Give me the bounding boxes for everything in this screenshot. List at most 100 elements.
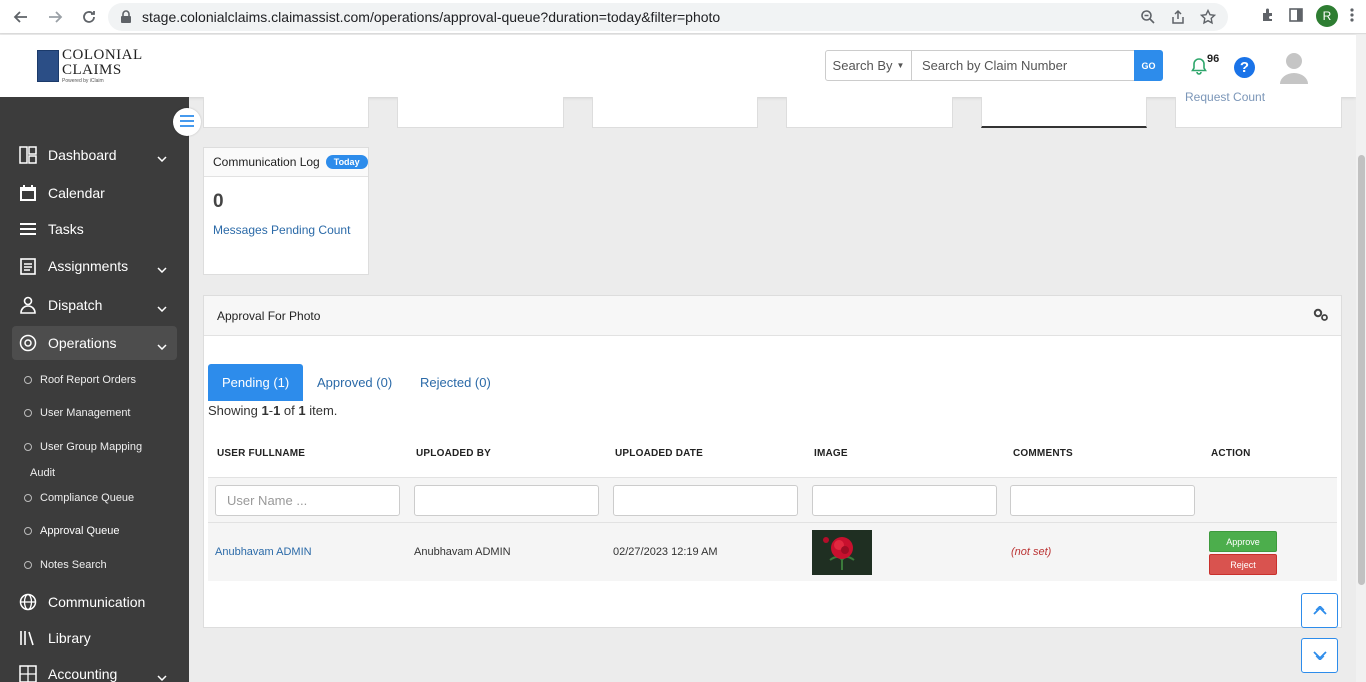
- sidebar-label: Assignments: [48, 258, 129, 274]
- bullet-icon: [24, 494, 32, 502]
- stat-card-active[interactable]: [981, 97, 1147, 128]
- address-bar[interactable]: stage.colonialclaims.claimassist.com/ope…: [108, 3, 1228, 31]
- column-header[interactable]: USER FULLNAME: [217, 448, 305, 459]
- dashboard-icon: [18, 145, 38, 165]
- sidebar-toggle-button[interactable]: [173, 108, 201, 136]
- photo-thumbnail[interactable]: [812, 530, 872, 575]
- image-filter[interactable]: [812, 485, 997, 516]
- subitem-label: User Management: [40, 407, 131, 419]
- sidebar-item-dashboard[interactable]: Dashboard: [12, 138, 177, 172]
- sidebar-subitem-approval-queue[interactable]: Approval Queue: [24, 525, 120, 537]
- hamburger-icon: [179, 114, 195, 130]
- sidebar-item-assignments[interactable]: Assignments: [12, 249, 177, 283]
- sidebar-subitem-roof-report-orders[interactable]: Roof Report Orders: [24, 374, 136, 386]
- user-name-filter[interactable]: [215, 485, 400, 516]
- stat-card[interactable]: Request Count: [1175, 90, 1342, 128]
- stat-card[interactable]: [203, 97, 369, 128]
- comments-filter[interactable]: [1010, 485, 1195, 516]
- communication-log-card[interactable]: Communication Log Today 0 Messages Pendi…: [203, 147, 369, 275]
- scroll-up-button[interactable]: [1301, 593, 1338, 628]
- column-header[interactable]: UPLOADED DATE: [615, 448, 703, 459]
- settings-icon[interactable]: [1313, 308, 1329, 325]
- sidebar-label: Accounting: [48, 666, 118, 682]
- extensions-icon[interactable]: [1260, 7, 1276, 26]
- reject-button[interactable]: Reject: [1209, 554, 1277, 575]
- scrollbar-thumb[interactable]: [1358, 155, 1365, 585]
- logo-line2: CLAIMS: [62, 62, 122, 78]
- browser-toolbar: stage.colonialclaims.claimassist.com/ope…: [0, 0, 1366, 34]
- sidebar-subitem-user-management[interactable]: User Management: [24, 407, 131, 419]
- bullet-icon: [24, 561, 32, 569]
- sidebar-item-library[interactable]: Library: [12, 621, 177, 655]
- stat-card[interactable]: [786, 97, 953, 128]
- request-count-label: Request Count: [1185, 90, 1266, 104]
- sidebar-item-tasks[interactable]: Tasks: [12, 212, 177, 246]
- stat-card[interactable]: [397, 97, 564, 128]
- reload-icon[interactable]: [78, 6, 100, 28]
- menu-kebab-icon[interactable]: [1350, 7, 1354, 26]
- back-icon[interactable]: [10, 6, 32, 28]
- page-scrollbar[interactable]: [1356, 35, 1366, 682]
- approval-panel: Approval For Photo Pending (1) Approved …: [203, 295, 1342, 628]
- results-summary: Showing 1-1 of 1 item.: [208, 403, 337, 418]
- chevron-down-icon: [157, 337, 167, 353]
- logo-line1: COLONIAL: [62, 47, 143, 63]
- logo[interactable]: COLONIAL CLAIMS Powered by iClaim: [0, 35, 189, 97]
- sidebar-label: Library: [48, 630, 91, 646]
- sidebar-item-operations[interactable]: Operations: [12, 326, 177, 360]
- sidebar-label: Tasks: [48, 221, 84, 237]
- forward-icon[interactable]: [44, 6, 66, 28]
- sidebar-subitem-compliance-queue[interactable]: Compliance Queue: [24, 492, 134, 504]
- subitem-label: Approval Queue: [40, 525, 120, 537]
- search-by-label: Search By: [832, 58, 893, 73]
- bell-icon[interactable]: [1191, 57, 1207, 78]
- claim-search-input[interactable]: [911, 50, 1135, 81]
- sidebar-subitem-notes-search[interactable]: Notes Search: [24, 559, 107, 571]
- subitem-label: User Group Mapping: [40, 441, 143, 453]
- sidebar-subitem-audit[interactable]: Audit: [30, 467, 55, 479]
- sidebar: Dashboard Calendar Tasks Assignments Dis…: [0, 97, 189, 682]
- caret-down-icon: ▼: [896, 61, 905, 70]
- sidebar-item-calendar[interactable]: Calendar: [12, 176, 177, 210]
- comments-cell: (not set): [1011, 546, 1052, 558]
- chevron-down-icon: [157, 299, 167, 315]
- go-button[interactable]: GO: [1134, 50, 1163, 81]
- tab-rejected[interactable]: Rejected (0): [406, 364, 505, 401]
- chevron-down-icon: [157, 149, 167, 165]
- user-fullname-link[interactable]: Anubhavam ADMIN: [215, 546, 312, 558]
- stat-card[interactable]: [592, 97, 758, 128]
- sidebar-item-dispatch[interactable]: Dispatch: [12, 288, 177, 322]
- tab-pending[interactable]: Pending (1): [208, 364, 304, 401]
- messages-pending-link[interactable]: Messages Pending Count: [213, 223, 350, 237]
- chevron-down-icon: [157, 260, 167, 276]
- search-by-dropdown[interactable]: Search By ▼: [825, 50, 912, 81]
- lock-icon: [120, 10, 132, 24]
- logo-sub: Powered by iClaim: [62, 78, 104, 84]
- tab-approved[interactable]: Approved (0): [303, 364, 406, 401]
- scroll-down-button[interactable]: [1301, 638, 1338, 673]
- uploaded-date-filter[interactable]: [613, 485, 798, 516]
- uploaded-by-filter[interactable]: [414, 485, 599, 516]
- column-header[interactable]: UPLOADED BY: [416, 448, 491, 459]
- help-icon[interactable]: ?: [1234, 57, 1255, 78]
- sidebar-subitem-user-group-mapping[interactable]: User Group Mapping: [24, 441, 142, 453]
- dispatch-icon: [18, 295, 38, 315]
- profile-avatar[interactable]: R: [1316, 5, 1338, 27]
- user-avatar-icon[interactable]: [1280, 52, 1308, 87]
- summary-range-start: 1: [261, 403, 269, 418]
- summary-prefix: Showing: [208, 403, 262, 418]
- bullet-icon: [24, 443, 32, 451]
- sidebar-item-communication[interactable]: Communication: [12, 585, 177, 619]
- star-icon[interactable]: [1199, 8, 1217, 28]
- subitem-label: Roof Report Orders: [40, 374, 136, 386]
- chevron-down-icon: [157, 668, 167, 682]
- table-row: Anubhavam ADMIN Anubhavam ADMIN 02/27/20…: [208, 523, 1337, 581]
- sidepanel-icon[interactable]: [1288, 7, 1304, 26]
- zoom-icon[interactable]: [1140, 9, 1156, 28]
- sidebar-item-accounting[interactable]: Accounting: [12, 657, 177, 682]
- today-badge: Today: [325, 155, 368, 169]
- share-icon[interactable]: [1170, 9, 1186, 28]
- approve-button[interactable]: Approve: [1209, 531, 1277, 552]
- column-header[interactable]: COMMENTS: [1013, 448, 1073, 459]
- summary-total: 1: [298, 403, 306, 418]
